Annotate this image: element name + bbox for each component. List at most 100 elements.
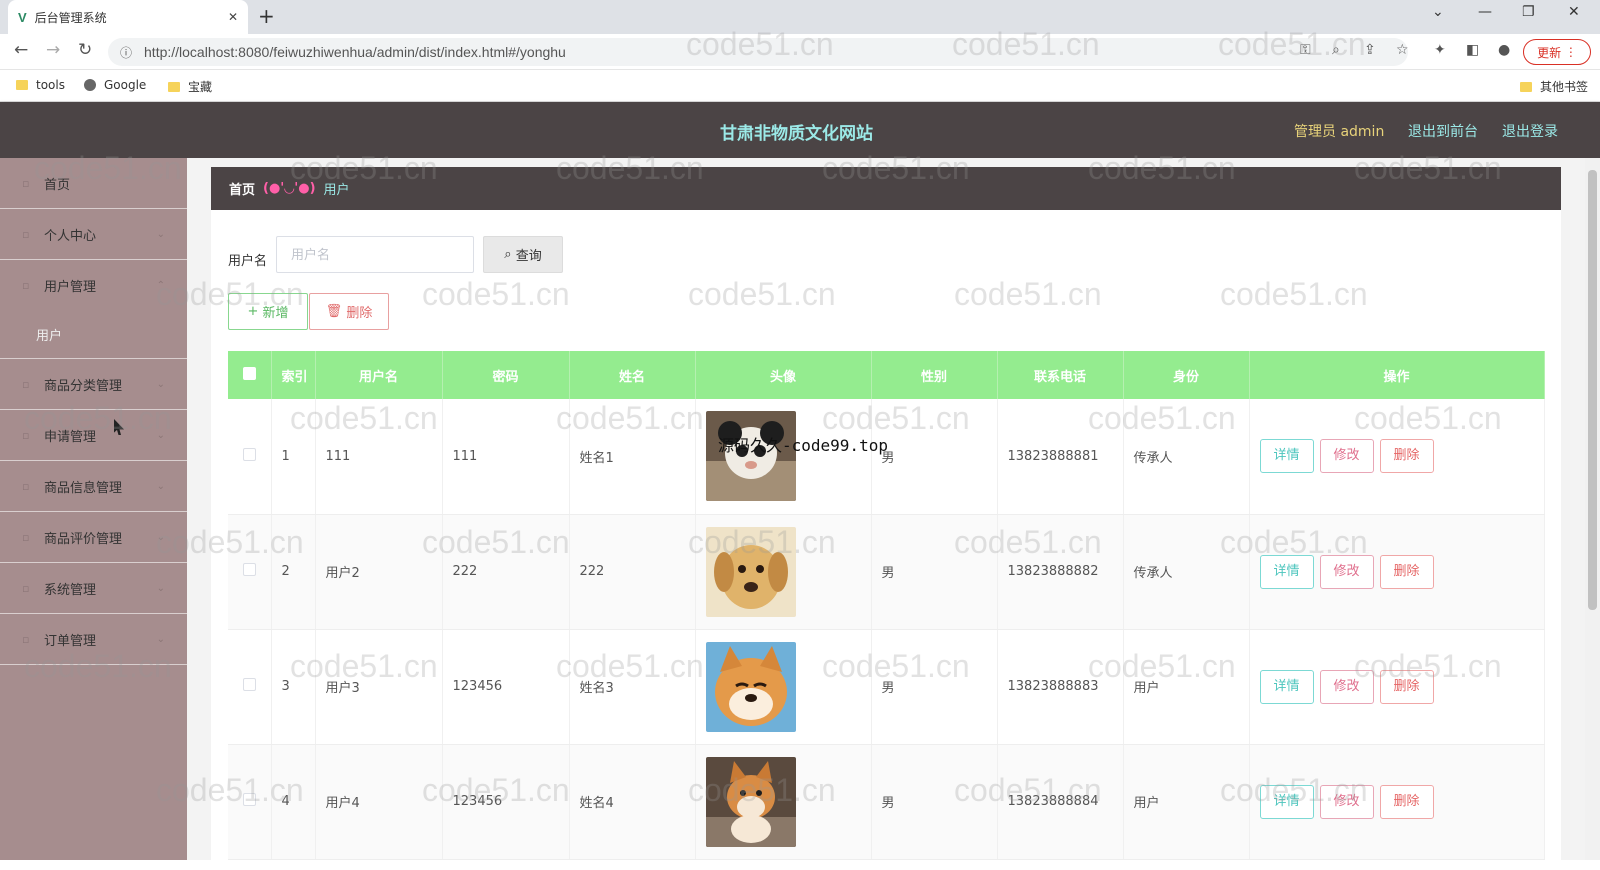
delete-button[interactable]: 删除: [1379, 439, 1434, 474]
key-icon[interactable]: ⚿: [1300, 42, 1311, 58]
sidebar-item-profile[interactable]: ▫ 个人中心 ⌄: [0, 209, 187, 260]
share-icon[interactable]: ⇪: [1364, 42, 1376, 58]
tab-search-icon[interactable]: ⌄: [1432, 4, 1444, 20]
minimize-icon[interactable]: —: [1478, 4, 1492, 20]
detail-button[interactable]: 详情: [1259, 669, 1314, 704]
breadcrumb-home[interactable]: 首页: [229, 179, 255, 198]
username-search-input[interactable]: [276, 236, 474, 273]
cell-actions: 详情 修改 删除: [1249, 629, 1545, 745]
col-header-phone[interactable]: 联系电话: [997, 351, 1124, 399]
reload-icon[interactable]: ↻: [78, 40, 92, 60]
bookmarks-bar: tools Google 宝藏 其他书签: [0, 70, 1600, 102]
folder-icon: [1520, 81, 1532, 92]
exit-to-frontend-link[interactable]: 退出到前台: [1408, 121, 1478, 141]
category-icon: ▫: [22, 377, 30, 391]
col-header-role[interactable]: 身份: [1123, 351, 1250, 399]
cell-role: 用户: [1123, 744, 1250, 860]
content-panel: 用户名 ⌕ 查询 + 新增 🗑 删除 索引 用户名 密码 姓名 头像 性别 联系…: [211, 210, 1561, 870]
scrollbar-thumb[interactable]: [1588, 170, 1597, 610]
bookmark-treasure[interactable]: 宝藏: [168, 78, 212, 95]
chevron-down-icon: ⌄: [156, 531, 165, 543]
sidebar-item-system-mgmt[interactable]: ▫ 系统管理 ⌄: [0, 563, 187, 614]
col-header-password[interactable]: 密码: [442, 351, 570, 399]
col-header-index[interactable]: 索引: [271, 351, 316, 399]
forward-icon[interactable]: →: [46, 40, 60, 60]
bookmark-tools[interactable]: tools: [16, 78, 65, 92]
cell-password: 222: [442, 514, 570, 630]
row-checkbox[interactable]: [228, 744, 272, 860]
cell-actions: 详情 修改 删除: [1249, 399, 1545, 515]
cell-role: 用户: [1123, 629, 1250, 745]
delete-button[interactable]: 删除: [1379, 669, 1434, 704]
cell-gender: 男: [871, 514, 998, 630]
edit-button[interactable]: 修改: [1319, 669, 1374, 704]
col-header-gender[interactable]: 性别: [871, 351, 998, 399]
table-row: 2 用户2 222 222 男 13823888882 传承人 详情 修改 删除: [228, 514, 1545, 630]
row-checkbox[interactable]: [228, 514, 272, 630]
user-table: 索引 用户名 密码 姓名 头像 性别 联系电话 身份 操作 1 111 111: [228, 351, 1545, 860]
zoom-icon[interactable]: ⌕: [1332, 42, 1340, 58]
page-scrollbar[interactable]: [1585, 158, 1600, 860]
cell-username: 111: [315, 399, 443, 515]
detail-button[interactable]: 详情: [1259, 784, 1314, 819]
side-panel-icon[interactable]: ◧: [1466, 42, 1479, 58]
col-header-name[interactable]: 姓名: [569, 351, 696, 399]
chevron-down-icon: ⌄: [156, 228, 165, 240]
new-tab-icon[interactable]: +: [258, 4, 275, 28]
comment-icon: ▫: [22, 530, 30, 544]
cell-gender: 男: [871, 399, 998, 515]
restore-icon[interactable]: ❐: [1522, 4, 1535, 20]
add-button[interactable]: + 新增: [228, 293, 308, 330]
url-bar[interactable]: ⓘ http://localhost:8080/feiwuzhiwenhua/a…: [108, 38, 1408, 66]
row-checkbox[interactable]: [228, 399, 272, 515]
sidebar-item-review-mgmt[interactable]: ▫ 商品评价管理 ⌄: [0, 512, 187, 563]
bookmark-other[interactable]: 其他书签: [1520, 78, 1588, 95]
row-checkbox[interactable]: [228, 629, 272, 745]
update-button[interactable]: 更新 ⋮: [1523, 39, 1591, 65]
cell-avatar: [695, 629, 872, 745]
breadcrumb-separator: (●'◡'●): [263, 181, 316, 196]
detail-button[interactable]: 详情: [1259, 554, 1314, 589]
delete-button[interactable]: 删除: [1379, 784, 1434, 819]
edit-button[interactable]: 修改: [1319, 784, 1374, 819]
col-header-avatar[interactable]: 头像: [695, 351, 872, 399]
sidebar-item-goods-mgmt[interactable]: ▫ 商品信息管理 ⌄: [0, 461, 187, 512]
profile-icon[interactable]: ●: [1498, 42, 1510, 58]
app-header: 甘肃非物质文化网站 管理员 admin 退出到前台 退出登录: [0, 102, 1600, 158]
sidebar-item-order-mgmt[interactable]: ▫ 订单管理 ⌄: [0, 614, 187, 665]
col-header-username[interactable]: 用户名: [315, 351, 443, 399]
breadcrumb: 首页 (●'◡'●) 用户: [211, 167, 1561, 210]
logout-link[interactable]: 退出登录: [1502, 121, 1558, 141]
plus-icon: +: [247, 304, 263, 319]
sidebar-item-home[interactable]: ▫ 首页: [0, 158, 187, 209]
close-window-icon[interactable]: ✕: [1568, 4, 1580, 20]
table-row: 1 111 111 姓名1 男 13823888881 传承人 详情 修改 删除: [228, 399, 1545, 515]
cell-name: 姓名1: [569, 399, 696, 515]
address-bar-row: ← → ↻ ⓘ http://localhost:8080/feiwuzhiwe…: [0, 34, 1600, 70]
cell-index: 2: [271, 514, 316, 630]
sidebar-item-category-mgmt[interactable]: ▫ 商品分类管理 ⌄: [0, 359, 187, 410]
back-icon[interactable]: ←: [14, 40, 28, 60]
batch-delete-button[interactable]: 🗑 删除: [309, 293, 389, 330]
main-content: 首页 (●'◡'●) 用户 用户名 ⌕ 查询 + 新增 🗑 删除 索引 用户名 …: [187, 158, 1600, 870]
edit-button[interactable]: 修改: [1319, 554, 1374, 589]
extensions-icon[interactable]: ✦: [1434, 42, 1446, 58]
delete-button[interactable]: 删除: [1379, 554, 1434, 589]
close-tab-icon[interactable]: ✕: [228, 10, 238, 24]
sidebar-item-user-mgmt[interactable]: ▫ 用户管理 ⌃: [0, 260, 187, 311]
detail-button[interactable]: 详情: [1259, 439, 1314, 474]
cell-username: 用户2: [315, 514, 443, 630]
site-info-icon[interactable]: ⓘ: [120, 44, 132, 61]
query-button[interactable]: ⌕ 查询: [483, 236, 563, 273]
sidebar-subitem-user[interactable]: 用户: [0, 311, 187, 359]
cell-name: 姓名4: [569, 744, 696, 860]
chevron-down-icon: ⌄: [156, 582, 165, 594]
bookmark-google[interactable]: Google: [84, 78, 146, 92]
col-header-actions: 操作: [1249, 351, 1545, 399]
bookmark-star-icon[interactable]: ☆: [1396, 42, 1409, 58]
select-all-checkbox[interactable]: [228, 351, 272, 399]
users-icon: ▫: [22, 279, 30, 292]
sidebar-item-application-mgmt[interactable]: ▫ 申请管理 ⌄: [0, 410, 187, 461]
edit-button[interactable]: 修改: [1319, 439, 1374, 474]
browser-tab[interactable]: V 后台管理系统 ✕: [8, 0, 248, 34]
